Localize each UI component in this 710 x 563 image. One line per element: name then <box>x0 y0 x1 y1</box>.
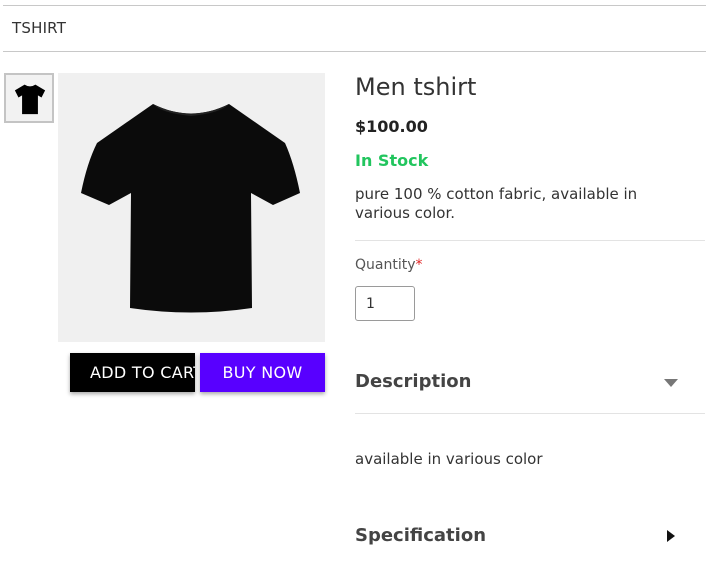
quantity-input[interactable] <box>355 286 415 321</box>
top-divider <box>3 5 706 6</box>
description-accordion-header[interactable]: Description <box>355 371 690 392</box>
quantity-label: Quantity* <box>355 257 423 273</box>
product-price: $100.00 <box>355 117 428 136</box>
caret-down-icon[interactable] <box>664 379 678 387</box>
product-title: Men tshirt <box>355 73 477 101</box>
tshirt-thumbnail-icon <box>14 84 46 115</box>
add-to-cart-button[interactable]: ADD TO CART <box>70 353 195 392</box>
breadcrumb[interactable]: TSHIRT <box>12 19 66 37</box>
specification-accordion-header[interactable]: Specification <box>355 525 690 546</box>
buy-now-button[interactable]: BUY NOW <box>200 353 325 392</box>
product-image <box>58 73 325 342</box>
breadcrumb-divider <box>3 51 706 52</box>
description-divider <box>355 413 705 414</box>
tshirt-image-icon <box>81 104 300 313</box>
product-thumbnail[interactable] <box>4 73 54 123</box>
description-content: available in various color <box>355 450 543 468</box>
caret-right-icon[interactable] <box>667 530 675 542</box>
quantity-label-text: Quantity <box>355 257 416 273</box>
details-divider <box>355 240 705 241</box>
stock-status: In Stock <box>355 151 429 170</box>
required-marker: * <box>415 257 423 273</box>
product-short-description: pure 100 % cotton fabric, available in v… <box>355 185 638 222</box>
